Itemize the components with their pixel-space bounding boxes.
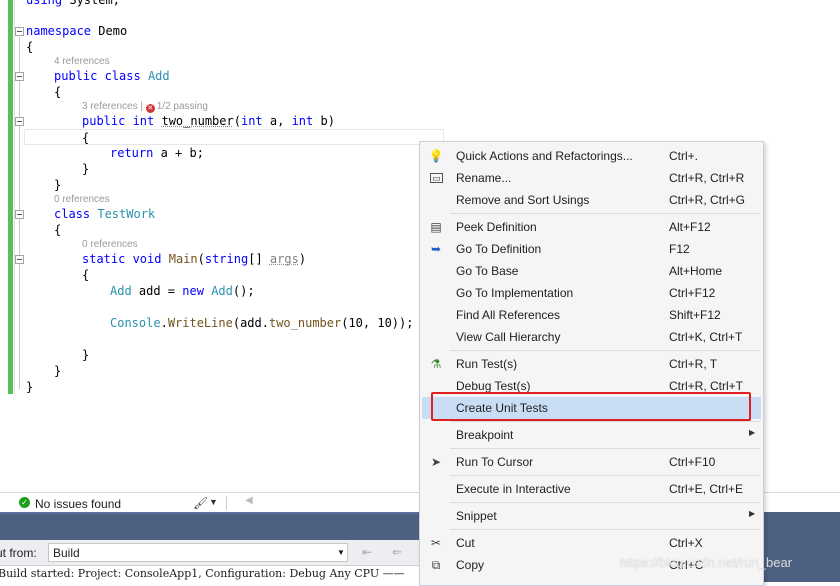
chevron-down-icon[interactable]: ▼ [209, 497, 218, 507]
context-menu: 💡 Quick Actions and Refactorings... Ctrl… [419, 141, 764, 586]
go-to-definition-icon: ➥ [430, 242, 442, 256]
watermark: https://blog.csdn.net/run_bear [620, 555, 793, 570]
code-line-return: return a + b; [110, 146, 204, 160]
code-line-namespace: namespace Demo [26, 24, 128, 38]
menu-item-rename[interactable]: ▭ Rename... Ctrl+R, Ctrl+R [422, 167, 761, 189]
code-brace: } [82, 162, 90, 176]
output-toolbar: ut from: Build ▼ ⇤ ⇐ [0, 540, 420, 566]
toolbar-separator [226, 496, 227, 510]
fold-method-icon[interactable] [15, 117, 24, 126]
code-brace: { [82, 268, 90, 282]
menu-separator [450, 350, 760, 351]
fold-main-icon[interactable] [15, 255, 24, 264]
codelens-two-number[interactable]: 3 references | ✕ 1/2 passing [82, 101, 208, 113]
menu-separator [450, 529, 760, 530]
kw-using: using [26, 0, 63, 7]
code-line-class-testwork: class TestWork [54, 207, 156, 221]
menu-separator [450, 421, 760, 422]
code-line-add-declaration: Add add = new Add(); [110, 284, 255, 298]
menu-item-go-to-base[interactable]: Go To Base Alt+Home [422, 260, 761, 282]
scissors-icon: ✂ [430, 536, 442, 550]
status-strip-right [762, 492, 840, 512]
chevron-right-icon: ▶ [749, 428, 756, 437]
code-line-using: using System; [26, 0, 120, 7]
code-text: System; [69, 0, 120, 7]
code-brace: } [82, 348, 90, 362]
output-source-value: Build [53, 546, 80, 560]
gutter-divider [14, 0, 15, 394]
code-brace: } [54, 364, 62, 378]
annotation-highlight-box [431, 392, 751, 421]
lightbulb-icon: 💡 [428, 149, 444, 163]
menu-item-execute-interactive[interactable]: Execute in Interactive Ctrl+E, Ctrl+E [422, 478, 761, 500]
codelens-testwork-references[interactable]: 0 references [54, 194, 110, 205]
chevron-down-icon: ▼ [337, 548, 345, 557]
code-brace: { [26, 40, 34, 54]
code-brace: { [54, 85, 62, 99]
menu-item-find-all-references[interactable]: Find All References Shift+F12 [422, 304, 761, 326]
code-line-main-signature: static void Main(string[] args) [82, 252, 307, 266]
menu-item-run-to-cursor[interactable]: ➤ Run To Cursor Ctrl+F10 [422, 451, 761, 473]
change-indicator-bar [8, 0, 13, 394]
previous-message-icon[interactable]: ⇐ [392, 545, 402, 559]
menu-item-go-to-implementation[interactable]: Go To Implementation Ctrl+F12 [422, 282, 761, 304]
rename-icon: ▭ [430, 173, 443, 183]
menu-separator [450, 448, 760, 449]
menu-item-run-tests[interactable]: ⚗ Run Test(s) Ctrl+R, T [422, 353, 761, 375]
code-brace: } [26, 380, 34, 394]
code-line-class-add: public class Add [54, 69, 170, 83]
code-line-console: Console.WriteLine(add.two_number(10, 10)… [110, 316, 414, 330]
run-test-icon: ⚗ [430, 357, 442, 371]
menu-item-view-call-hierarchy[interactable]: View Call Hierarchy Ctrl+K, Ctrl+T [422, 326, 761, 348]
panel-title-bar-right [762, 512, 840, 582]
test-fail-icon: ✕ [145, 104, 155, 113]
menu-item-breakpoint[interactable]: Breakpoint ▶ [422, 424, 761, 446]
menu-item-cut[interactable]: ✂ Cut Ctrl+X [422, 532, 761, 554]
menu-item-go-to-definition[interactable]: ➥ Go To Definition F12 [422, 238, 761, 260]
code-line-method-signature: public int two_number(int a, int b) [82, 114, 335, 128]
fold-class-testwork-icon[interactable] [15, 210, 24, 219]
copy-icon: ⧉ [431, 558, 441, 572]
menu-item-remove-sort-usings[interactable]: Remove and Sort Usings Ctrl+R, Ctrl+G [422, 189, 761, 211]
menu-separator [450, 475, 760, 476]
output-source-select[interactable]: Build ▼ [48, 543, 348, 562]
code-brace: { [82, 131, 90, 145]
show-output-from-label: ut from: [0, 546, 37, 560]
brush-icon[interactable]: 🖌 [193, 496, 208, 510]
menu-item-peek-definition[interactable]: ▤ Peek Definition Alt+F12 [422, 216, 761, 238]
menu-separator [450, 213, 760, 214]
cursor-icon: ➤ [430, 455, 442, 469]
panel-title-bar [0, 512, 420, 540]
output-log-line: Build started: Project: ConsoleApp1, Con… [0, 566, 438, 582]
codelens-main-references[interactable]: 0 references [82, 239, 138, 250]
issues-status[interactable]: No issues found [35, 497, 121, 511]
check-circle-icon: ✓ [19, 497, 30, 508]
codelens-add-references[interactable]: 4 references [54, 56, 110, 67]
code-brace: { [54, 223, 62, 237]
menu-separator [450, 502, 760, 503]
chevron-right-icon: ▶ [749, 509, 756, 518]
menu-item-snippet[interactable]: Snippet ▶ [422, 505, 761, 527]
fold-class-add-icon[interactable] [15, 72, 24, 81]
editor-status-strip: ✓ No issues found 🖌 ▼ ◀ [0, 492, 420, 512]
find-message-icon[interactable]: ⇤ [362, 545, 372, 559]
fold-namespace-icon[interactable] [15, 27, 24, 36]
menu-item-quick-actions[interactable]: 💡 Quick Actions and Refactorings... Ctrl… [422, 145, 761, 167]
scroll-left-icon[interactable]: ◀ [245, 495, 253, 506]
code-brace: } [54, 178, 62, 192]
peek-definition-icon: ▤ [430, 220, 442, 234]
